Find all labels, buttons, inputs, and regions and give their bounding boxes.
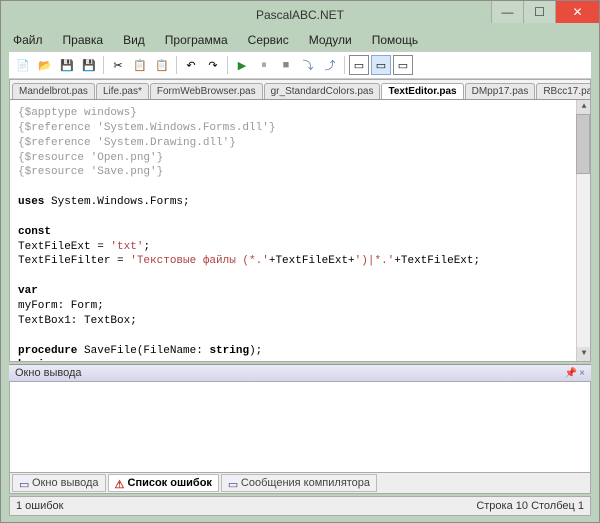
stepover-icon[interactable]: ⤴ <box>320 55 340 75</box>
code-line: begin <box>18 358 582 361</box>
menu-edit[interactable]: Правка <box>55 31 112 49</box>
editor-tabs: Mandelbrot.pas Life.pas* FormWebBrowser.… <box>10 80 590 100</box>
btab-errors[interactable]: ⚠Список ошибок <box>108 474 219 492</box>
separator-icon <box>227 56 228 74</box>
code-line: procedure SaveFile(FileName: string); <box>18 344 582 359</box>
menu-program[interactable]: Программа <box>157 31 236 49</box>
menu-view[interactable]: Вид <box>115 31 153 49</box>
compiler-icon: ▭ <box>228 478 238 488</box>
status-cursor: Строка 10 Столбец 1 <box>476 500 584 512</box>
separator-icon <box>176 56 177 74</box>
copy-icon[interactable]: 📋 <box>130 55 150 75</box>
output-panel[interactable] <box>9 382 591 472</box>
cut-icon[interactable]: ✂ <box>108 55 128 75</box>
code-line: {$apptype windows} <box>18 106 582 121</box>
run-icon[interactable]: ▶ <box>232 55 252 75</box>
menu-modules[interactable]: Модули <box>301 31 360 49</box>
output-controls: 📌 × <box>565 368 585 379</box>
btab-output[interactable]: ▭Окно вывода <box>12 474 106 492</box>
maximize-button[interactable]: ☐ <box>523 1 555 23</box>
toolbar: 📄 📂 💾 💾 ✂ 📋 📋 ↶ ↷ ▶ ⏸ ■ ⤵ ⤴ ▭ ▭ ▭ <box>9 51 591 79</box>
tab-standardcolors[interactable]: gr_StandardColors.pas <box>264 83 381 99</box>
close-panel-icon[interactable]: × <box>579 368 585 379</box>
code-line: TextFileExt = 'txt'; <box>18 240 582 255</box>
code-line: {$resource 'Save.png'} <box>18 165 582 180</box>
menu-file[interactable]: Файл <box>5 31 51 49</box>
code-line: {$reference 'System.Windows.Forms.dll'} <box>18 121 582 136</box>
output-icon: ▭ <box>19 478 29 488</box>
code-line <box>18 210 582 225</box>
output-title: Окно вывода <box>15 367 82 379</box>
menu-service[interactable]: Сервис <box>240 31 297 49</box>
stepinto-icon[interactable]: ⤵ <box>298 55 318 75</box>
app-window: PascalABC.NET — ☐ ✕ Файл Правка Вид Прог… <box>0 0 600 523</box>
code-line: const <box>18 225 582 240</box>
code-line: uses System.Windows.Forms; <box>18 195 582 210</box>
editor-area: Mandelbrot.pas Life.pas* FormWebBrowser.… <box>9 79 591 362</box>
errors-icon: ⚠ <box>115 478 125 488</box>
code-line: TextFileFilter = 'Текстовые файлы (*.'+T… <box>18 254 582 269</box>
titlebar-controls: — ☐ ✕ <box>491 1 599 23</box>
btab-compiler[interactable]: ▭Сообщения компилятора <box>221 474 377 492</box>
minimize-button[interactable]: — <box>491 1 523 23</box>
code-line <box>18 329 582 344</box>
code-line: {$reference 'System.Drawing.dll'} <box>18 136 582 151</box>
saveall-icon[interactable]: 💾 <box>79 55 99 75</box>
code-line: TextBox1: TextBox; <box>18 314 582 329</box>
code-line: {$resource 'Open.png'} <box>18 151 582 166</box>
code-line: myForm: Form; <box>18 299 582 314</box>
separator-icon <box>103 56 104 74</box>
tab-life[interactable]: Life.pas* <box>96 83 149 99</box>
panel3-icon[interactable]: ▭ <box>393 55 413 75</box>
status-errors: 1 ошибок <box>16 500 64 512</box>
tab-formwebbrowser[interactable]: FormWebBrowser.pas <box>150 83 263 99</box>
close-button[interactable]: ✕ <box>555 1 599 23</box>
menubar: Файл Правка Вид Программа Сервис Модули … <box>1 29 599 51</box>
titlebar: PascalABC.NET — ☐ ✕ <box>1 1 599 29</box>
scroll-thumb[interactable] <box>576 114 590 174</box>
scroll-down-icon[interactable]: ▼ <box>577 347 590 361</box>
new-file-icon[interactable]: 📄 <box>13 55 33 75</box>
panel1-icon[interactable]: ▭ <box>349 55 369 75</box>
code-line <box>18 269 582 284</box>
code-editor[interactable]: {$apptype windows} {$reference 'System.W… <box>10 100 590 361</box>
tab-texteditor[interactable]: TextEditor.pas <box>381 83 463 99</box>
tab-rbcc17[interactable]: RBcc17.pas <box>536 83 590 99</box>
open-file-icon[interactable]: 📂 <box>35 55 55 75</box>
stop-icon[interactable]: ■ <box>276 55 296 75</box>
code-line: var <box>18 284 582 299</box>
paste-icon[interactable]: 📋 <box>152 55 172 75</box>
output-panel-header: Окно вывода 📌 × <box>9 364 591 382</box>
pin-icon[interactable]: 📌 <box>565 368 577 379</box>
editor-scrollbar[interactable]: ▲ ▼ <box>576 100 590 361</box>
scroll-up-icon[interactable]: ▲ <box>577 100 590 114</box>
window-title: PascalABC.NET <box>256 8 344 22</box>
bottom-tabs: ▭Окно вывода ⚠Список ошибок ▭Сообщения к… <box>9 472 591 494</box>
menu-help[interactable]: Помощь <box>364 31 426 49</box>
save-icon[interactable]: 💾 <box>57 55 77 75</box>
statusbar: 1 ошибок Строка 10 Столбец 1 <box>9 496 591 516</box>
tab-dmpp17[interactable]: DMpp17.pas <box>465 83 536 99</box>
redo-icon[interactable]: ↷ <box>203 55 223 75</box>
separator-icon <box>344 56 345 74</box>
undo-icon[interactable]: ↶ <box>181 55 201 75</box>
tab-mandelbrot[interactable]: Mandelbrot.pas <box>12 83 95 99</box>
panel2-icon[interactable]: ▭ <box>371 55 391 75</box>
code-line <box>18 180 582 195</box>
pause-icon[interactable]: ⏸ <box>254 55 274 75</box>
